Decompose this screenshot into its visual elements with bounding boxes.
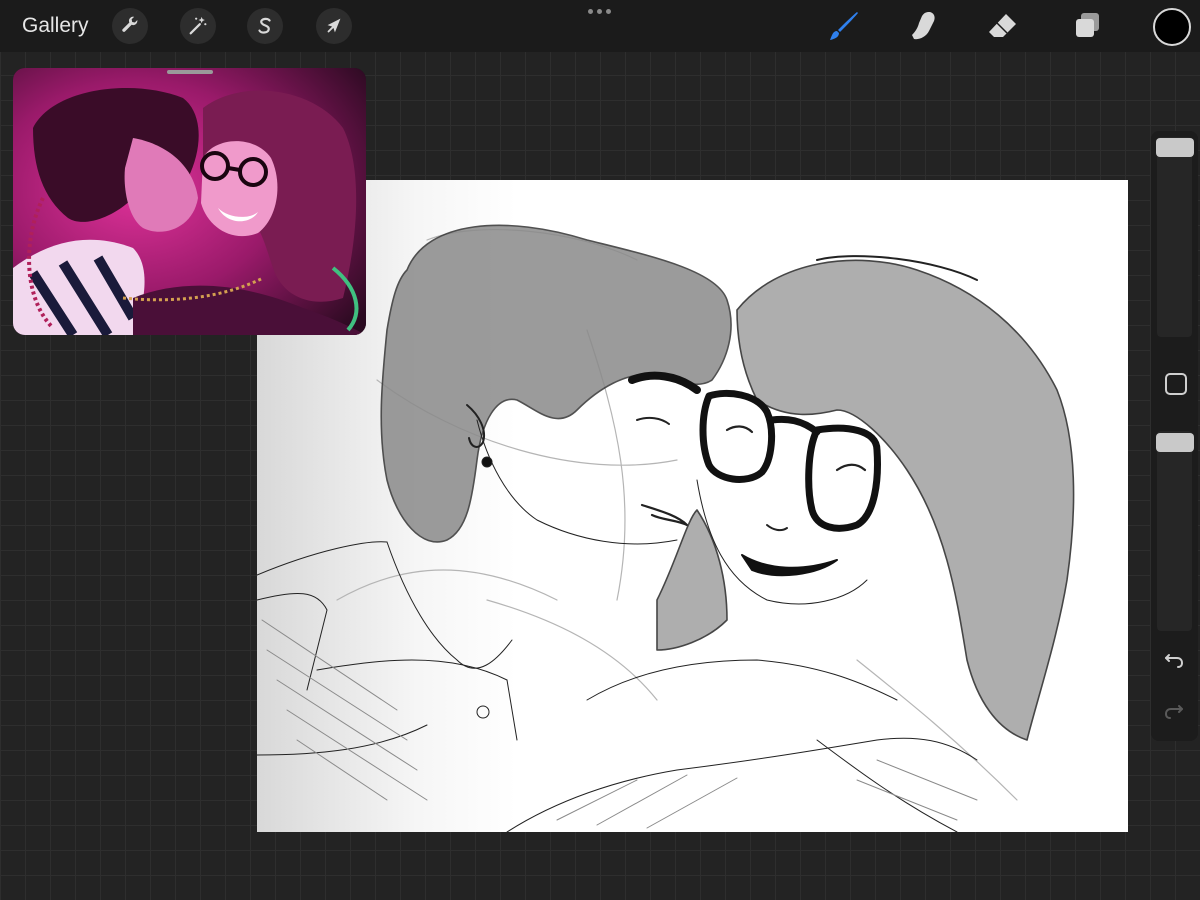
layers-button[interactable]	[1070, 8, 1106, 44]
dot	[588, 9, 593, 14]
brush-size-thumb[interactable]	[1156, 138, 1194, 157]
brush-opacity-thumb[interactable]	[1156, 433, 1194, 452]
drawing-canvas[interactable]	[257, 180, 1128, 832]
arrow-cursor-icon	[327, 18, 341, 33]
undo-button[interactable]	[1162, 648, 1186, 672]
transform-button[interactable]	[316, 8, 352, 44]
modify-button[interactable]	[1165, 373, 1187, 395]
redo-button[interactable]	[1162, 699, 1186, 723]
actions-button[interactable]	[112, 8, 148, 44]
eraser-icon	[989, 14, 1016, 37]
brush-icon	[830, 12, 858, 40]
top-toolbar: Gallery	[0, 0, 1200, 52]
undo-icon	[1165, 654, 1184, 668]
magic-wand-icon	[189, 16, 207, 35]
brush-tool-button[interactable]	[826, 8, 862, 44]
brush-size-slider[interactable]	[1157, 137, 1192, 337]
pencil-sketch-artwork	[257, 224, 1075, 832]
eraser-tool-button[interactable]	[985, 8, 1021, 44]
reference-drag-handle[interactable]	[167, 70, 213, 74]
layers-icon	[1076, 13, 1099, 37]
reference-photo	[13, 68, 366, 335]
wrench-icon	[122, 16, 138, 32]
drag-handle-dots[interactable]	[588, 9, 611, 14]
reference-window[interactable]	[13, 68, 366, 335]
dot	[606, 9, 611, 14]
adjustments-button[interactable]	[180, 8, 216, 44]
smudge-tool-button[interactable]	[906, 8, 942, 44]
selection-button[interactable]	[247, 8, 283, 44]
gallery-button[interactable]: Gallery	[22, 12, 89, 40]
redo-icon	[1164, 705, 1183, 719]
smudge-finger-icon	[912, 12, 935, 40]
color-swatch[interactable]	[1153, 8, 1191, 46]
selection-s-icon	[258, 17, 271, 34]
dot	[597, 9, 602, 14]
sidebar	[1151, 131, 1198, 741]
brush-opacity-slider[interactable]	[1157, 431, 1192, 631]
